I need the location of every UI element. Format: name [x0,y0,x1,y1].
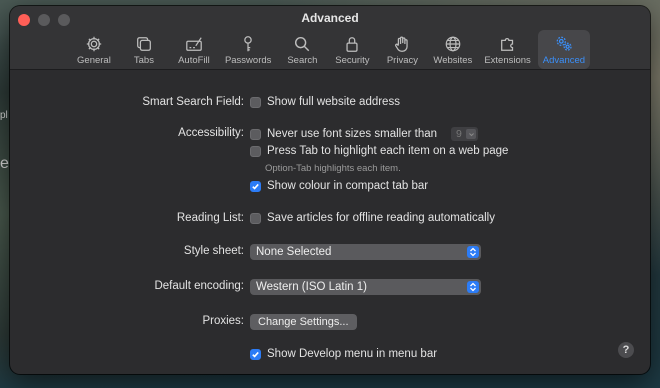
tab-search[interactable]: Search [278,30,326,69]
offline-reading-checkbox[interactable] [250,212,261,224]
hand-icon [395,36,409,52]
tab-tabs[interactable]: Tabs [120,30,168,69]
tab-general[interactable]: General [70,30,118,69]
gears-icon [556,36,572,51]
tab-label: Privacy [386,55,418,66]
tab-security[interactable]: Security [328,30,376,69]
tab-label: Tabs [133,55,154,66]
compact-colour-checkbox[interactable] [250,180,261,192]
tabs-icon [137,37,151,51]
tab-passwords[interactable]: Passwords [220,30,276,69]
font-size-value: 9 [456,128,462,140]
updown-chevron-icon [467,281,479,293]
updown-chevron-icon [467,246,479,258]
min-font-size-text: Never use font sizes smaller than [267,128,438,140]
tab-label: Passwords [224,55,272,66]
tab-label: Security [335,55,370,66]
autofill-icon [186,37,202,51]
style-sheet-select[interactable]: None Selected [250,244,481,260]
style-sheet-label: Style sheet: [183,245,244,257]
tab-label: Extensions [484,55,531,66]
font-size-select[interactable]: 9 [451,127,479,141]
title-bar: Advanced General Tabs AutoFill Passwords… [10,6,650,70]
tab-extensions[interactable]: Extensions [479,30,535,69]
accessibility-label: Accessibility: [178,127,244,139]
checkmark-icon [252,183,259,190]
tab-label: Websites [433,55,473,66]
encoding-label: Default encoding: [154,280,244,292]
tab-hint-text: Option-Tab highlights each item. [265,163,401,174]
chevron-down-icon [466,129,477,139]
preferences-window: Advanced General Tabs AutoFill Passwords… [10,6,650,374]
tab-privacy[interactable]: Privacy [378,30,426,69]
offline-reading-text: Save articles for offline reading automa… [267,212,495,224]
tab-label: Search [287,55,318,66]
tab-autofill[interactable]: AutoFill [170,30,218,69]
tab-websites[interactable]: Websites [428,30,477,69]
tab-label: AutoFill [178,55,210,66]
show-full-address-checkbox[interactable] [250,96,261,108]
show-full-address-text: Show full website address [267,96,400,108]
proxies-label: Proxies: [202,315,244,327]
checkmark-icon [252,351,259,358]
change-settings-button[interactable]: Change Settings... [250,314,357,330]
develop-menu-text: Show Develop menu in menu bar [267,348,438,360]
smart-search-label: Smart Search Field: [142,96,244,108]
lock-icon [346,37,358,52]
develop-menu-checkbox[interactable] [250,348,261,360]
style-sheet-value: None Selected [256,246,332,258]
encoding-value: Western (ISO Latin 1) [256,281,367,293]
tab-highlight-checkbox[interactable] [250,145,261,157]
tab-label: General [77,55,111,66]
preferences-toolbar: General Tabs AutoFill Passwords Search S… [10,30,650,69]
help-button[interactable]: ? [618,342,634,358]
min-font-size-checkbox[interactable] [250,128,261,140]
tab-highlight-text: Press Tab to highlight each item on a we… [267,145,509,157]
compact-colour-text: Show colour in compact tab bar [267,180,429,192]
settings-panel: Smart Search Field: Show full website ad… [10,70,650,374]
search-icon [295,36,310,52]
globe-icon [445,36,461,52]
encoding-select[interactable]: Western (ISO Latin 1) [250,279,481,295]
extensions-icon [500,37,513,51]
key-icon [244,36,252,52]
gear-icon [86,36,102,52]
tab-label: Advanced [542,55,586,66]
tab-advanced[interactable]: Advanced [537,30,591,69]
reading-list-label: Reading List: [176,212,244,224]
window-title: Advanced [301,11,359,25]
